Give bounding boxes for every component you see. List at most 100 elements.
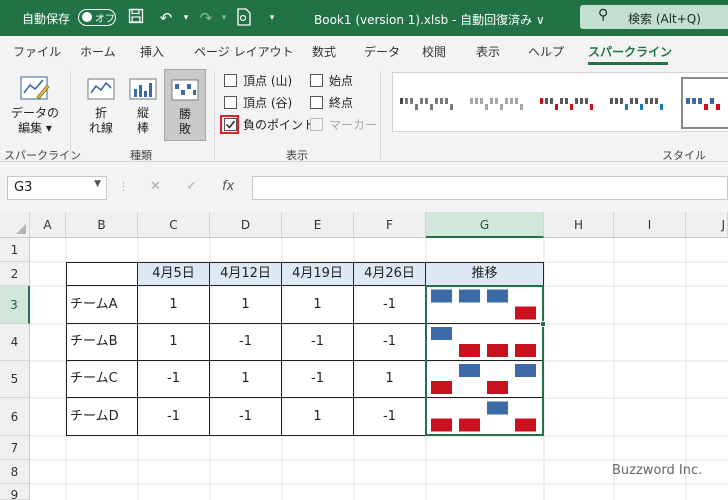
value-cell[interactable]: -1 xyxy=(209,397,282,436)
tab-page-layout[interactable]: ページ レイアウト xyxy=(194,43,294,60)
value-cell[interactable]: 1 xyxy=(281,397,354,436)
checkbox-box xyxy=(310,96,323,109)
value-cell[interactable]: -1 xyxy=(281,360,354,398)
column-header[interactable]: H xyxy=(544,212,614,238)
table-corner-cell[interactable] xyxy=(66,262,138,286)
value-cell[interactable]: -1 xyxy=(353,285,426,324)
tab-help[interactable]: ヘルプ xyxy=(528,43,564,60)
print-preview-icon[interactable] xyxy=(234,8,254,28)
tab-insert[interactable]: 挿入 xyxy=(140,43,164,60)
fill-handle[interactable] xyxy=(540,321,546,327)
ribbon-separator xyxy=(380,71,381,159)
column-header[interactable]: J xyxy=(686,212,728,238)
row-header[interactable]: 9 xyxy=(0,484,30,500)
insert-function-icon[interactable]: fx xyxy=(222,179,234,194)
style-preview xyxy=(686,98,720,110)
select-all-corner[interactable] xyxy=(0,212,30,238)
value-cell[interactable]: 1 xyxy=(281,285,354,324)
value-cell[interactable]: -1 xyxy=(137,360,210,398)
table-header-cell[interactable]: 推移 xyxy=(425,262,544,286)
selection-outline xyxy=(425,285,544,436)
column-header[interactable]: I xyxy=(614,212,686,238)
value-cell[interactable]: -1 xyxy=(353,323,426,361)
column-header[interactable]: B xyxy=(66,212,138,238)
table-header-cell[interactable]: 4月19日 xyxy=(281,262,354,286)
save-icon[interactable] xyxy=(126,8,146,28)
ribbon-separator xyxy=(70,71,71,159)
undo-dropdown-icon[interactable]: ▾ xyxy=(176,8,196,28)
cancel-icon[interactable]: ✕ xyxy=(150,179,161,194)
column-header[interactable]: E xyxy=(282,212,354,238)
column-header[interactable]: C xyxy=(138,212,210,238)
search-label: 検索 (Alt+Q) xyxy=(628,12,701,26)
tab-data[interactable]: データ xyxy=(364,43,400,60)
column-header[interactable]: F xyxy=(354,212,426,238)
row-header[interactable]: 7 xyxy=(0,436,30,460)
column-sparkline-icon xyxy=(129,78,157,100)
redo-dropdown-icon[interactable]: ▾ xyxy=(214,8,234,28)
line-sparkline-icon xyxy=(87,78,115,100)
winloss-type-button[interactable]: 勝 敗 xyxy=(164,69,206,141)
column-header[interactable]: D xyxy=(210,212,282,238)
value-cell[interactable]: 1 xyxy=(209,285,282,324)
column-type-line2: 棒 xyxy=(136,121,149,135)
table-header-cell[interactable]: 4月5日 xyxy=(137,262,210,286)
table-header-cell[interactable]: 4月26日 xyxy=(353,262,426,286)
ribbon-tabs: ファイル ホーム 挿入 ページ レイアウト 数式 データ 校閲 表示 ヘルプ ス… xyxy=(0,36,728,65)
checkbox-box xyxy=(224,96,237,109)
style-gallery xyxy=(392,72,728,132)
line-type-line1: 折 xyxy=(94,106,107,120)
tab-review[interactable]: 校閲 xyxy=(422,43,446,60)
row-header[interactable]: 1 xyxy=(0,238,30,262)
tab-home[interactable]: ホーム xyxy=(80,43,116,60)
team-name-cell[interactable]: チームA xyxy=(66,285,138,324)
worksheet-grid[interactable]: A B C D E F G H I J 1 2 3 4 5 6 7 8 9 4月… xyxy=(0,212,728,500)
style-option-4[interactable] xyxy=(609,96,665,112)
name-box[interactable]: G3 ▼ xyxy=(7,176,107,200)
checkbox-box xyxy=(310,74,323,87)
value-cell[interactable]: -1 xyxy=(137,397,210,436)
autosave-toggle[interactable]: オフ xyxy=(78,9,116,26)
column-header-selected[interactable]: G xyxy=(426,212,544,238)
row-header[interactable]: 4 xyxy=(0,324,30,361)
team-name-cell[interactable]: チームC xyxy=(66,360,138,398)
undo-icon[interactable]: ↶ xyxy=(156,8,176,28)
style-option-selected[interactable] xyxy=(681,77,728,129)
value-cell[interactable]: -1 xyxy=(209,323,282,361)
ribbon: データの 編集 ▾ スパークライン 折 れ線 縦 棒 勝 敗 種類 頂点 (山)… xyxy=(0,65,728,162)
redo-icon[interactable]: ↷ xyxy=(196,8,216,28)
tab-formulas[interactable]: 数式 xyxy=(312,43,336,60)
negative-points-label: 負のポイント xyxy=(243,118,316,132)
group-label-show: 表示 xyxy=(286,149,308,162)
row-header-selected[interactable]: 3 xyxy=(0,286,30,324)
column-header[interactable]: A xyxy=(30,212,66,238)
enter-icon[interactable]: ✓ xyxy=(186,179,197,194)
row-header[interactable]: 8 xyxy=(0,460,30,484)
column-type-button[interactable]: 縦 棒 xyxy=(124,73,162,136)
value-cell[interactable]: -1 xyxy=(353,397,426,436)
style-option-1[interactable] xyxy=(399,96,455,112)
customize-toolbar-icon[interactable]: ▾ xyxy=(262,8,282,28)
style-option-2[interactable] xyxy=(469,96,525,112)
tab-view[interactable]: 表示 xyxy=(476,43,500,60)
value-cell[interactable]: 1 xyxy=(137,285,210,324)
formula-input[interactable] xyxy=(252,176,728,200)
team-name-cell[interactable]: チームD xyxy=(66,397,138,436)
team-name-cell[interactable]: チームB xyxy=(66,323,138,361)
style-option-3[interactable] xyxy=(539,96,595,112)
search-box[interactable]: ⚲ 検索 (Alt+Q) xyxy=(580,5,728,29)
chevron-down-icon[interactable]: ▼ xyxy=(94,179,101,189)
tab-file[interactable]: ファイル xyxy=(13,43,61,60)
line-type-button[interactable]: 折 れ線 xyxy=(82,73,120,136)
checkbox-box xyxy=(224,74,237,87)
row-header[interactable]: 6 xyxy=(0,398,30,436)
edit-data-button[interactable]: データの 編集 ▾ xyxy=(6,73,64,136)
row-header[interactable]: 5 xyxy=(0,361,30,398)
value-cell[interactable]: 1 xyxy=(353,360,426,398)
value-cell[interactable]: 1 xyxy=(137,323,210,361)
row-header[interactable]: 2 xyxy=(0,262,30,286)
value-cell[interactable]: -1 xyxy=(281,323,354,361)
table-header-cell[interactable]: 4月12日 xyxy=(209,262,282,286)
tab-sparkline[interactable]: スパークライン xyxy=(588,43,672,60)
value-cell[interactable]: 1 xyxy=(209,360,282,398)
